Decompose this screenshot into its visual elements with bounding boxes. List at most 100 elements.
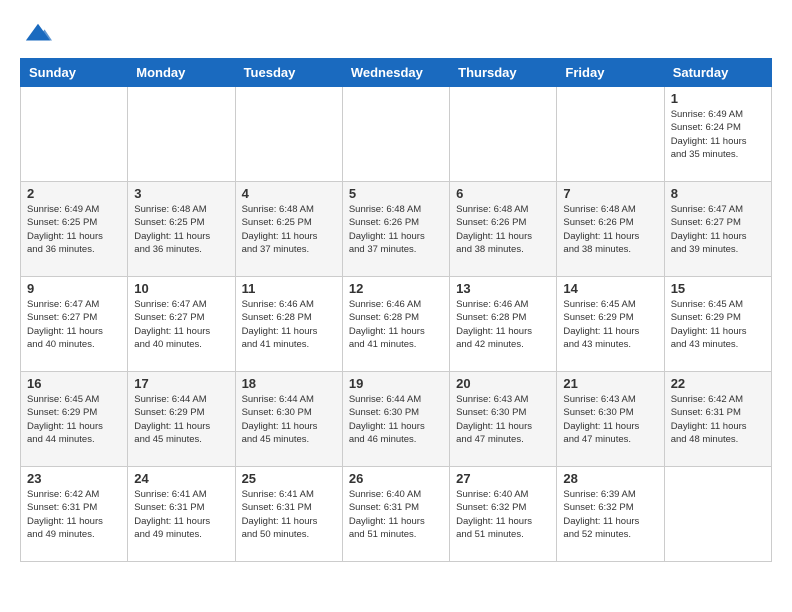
calendar-day-cell: 10 Sunrise: 6:47 AM Sunset: 6:27 PM Dayli… bbox=[128, 277, 235, 372]
logo-icon bbox=[24, 20, 52, 48]
day-info: Sunrise: 6:40 AM Sunset: 6:31 PM Dayligh… bbox=[349, 488, 443, 541]
calendar-day-cell: 28 Sunrise: 6:39 AM Sunset: 6:32 PM Dayli… bbox=[557, 467, 664, 562]
day-number: 16 bbox=[27, 376, 121, 391]
calendar-day-cell: 24 Sunrise: 6:41 AM Sunset: 6:31 PM Dayli… bbox=[128, 467, 235, 562]
weekday-header-cell: Monday bbox=[128, 59, 235, 87]
day-info: Sunrise: 6:43 AM Sunset: 6:30 PM Dayligh… bbox=[456, 393, 550, 446]
day-number: 19 bbox=[349, 376, 443, 391]
day-info: Sunrise: 6:49 AM Sunset: 6:24 PM Dayligh… bbox=[671, 108, 765, 161]
day-info: Sunrise: 6:45 AM Sunset: 6:29 PM Dayligh… bbox=[671, 298, 765, 351]
day-number: 22 bbox=[671, 376, 765, 391]
calendar-day-cell: 9 Sunrise: 6:47 AM Sunset: 6:27 PM Daylig… bbox=[21, 277, 128, 372]
day-number: 25 bbox=[242, 471, 336, 486]
day-number: 3 bbox=[134, 186, 228, 201]
day-number: 28 bbox=[563, 471, 657, 486]
day-number: 18 bbox=[242, 376, 336, 391]
calendar-day-cell: 16 Sunrise: 6:45 AM Sunset: 6:29 PM Dayli… bbox=[21, 372, 128, 467]
calendar-day-cell: 1 Sunrise: 6:49 AM Sunset: 6:24 PM Daylig… bbox=[664, 87, 771, 182]
calendar-day-cell: 2 Sunrise: 6:49 AM Sunset: 6:25 PM Daylig… bbox=[21, 182, 128, 277]
day-info: Sunrise: 6:49 AM Sunset: 6:25 PM Dayligh… bbox=[27, 203, 121, 256]
weekday-header-cell: Thursday bbox=[450, 59, 557, 87]
day-info: Sunrise: 6:40 AM Sunset: 6:32 PM Dayligh… bbox=[456, 488, 550, 541]
day-info: Sunrise: 6:43 AM Sunset: 6:30 PM Dayligh… bbox=[563, 393, 657, 446]
day-number: 20 bbox=[456, 376, 550, 391]
weekday-header-cell: Sunday bbox=[21, 59, 128, 87]
calendar-day-cell bbox=[450, 87, 557, 182]
page-header bbox=[20, 20, 772, 48]
calendar-day-cell: 12 Sunrise: 6:46 AM Sunset: 6:28 PM Dayli… bbox=[342, 277, 449, 372]
day-number: 15 bbox=[671, 281, 765, 296]
day-info: Sunrise: 6:44 AM Sunset: 6:29 PM Dayligh… bbox=[134, 393, 228, 446]
calendar-week-row: 23Sunrise: 6:42 AM Sunset: 6:31 PM Dayli… bbox=[21, 467, 772, 562]
calendar-body: 1 Sunrise: 6:49 AM Sunset: 6:24 PM Daylig… bbox=[21, 87, 772, 562]
day-info: Sunrise: 6:45 AM Sunset: 6:29 PM Dayligh… bbox=[563, 298, 657, 351]
day-number: 26 bbox=[349, 471, 443, 486]
day-number: 4 bbox=[242, 186, 336, 201]
calendar-day-cell: 6 Sunrise: 6:48 AM Sunset: 6:26 PM Daylig… bbox=[450, 182, 557, 277]
day-info: Sunrise: 6:41 AM Sunset: 6:31 PM Dayligh… bbox=[134, 488, 228, 541]
day-info: Sunrise: 6:48 AM Sunset: 6:25 PM Dayligh… bbox=[242, 203, 336, 256]
calendar-day-cell: 11 Sunrise: 6:46 AM Sunset: 6:28 PM Dayli… bbox=[235, 277, 342, 372]
day-info: Sunrise: 6:45 AM Sunset: 6:29 PM Dayligh… bbox=[27, 393, 121, 446]
day-number: 27 bbox=[456, 471, 550, 486]
day-info: Sunrise: 6:44 AM Sunset: 6:30 PM Dayligh… bbox=[242, 393, 336, 446]
day-info: Sunrise: 6:48 AM Sunset: 6:26 PM Dayligh… bbox=[563, 203, 657, 256]
day-info: Sunrise: 6:47 AM Sunset: 6:27 PM Dayligh… bbox=[671, 203, 765, 256]
calendar-day-cell: 4 Sunrise: 6:48 AM Sunset: 6:25 PM Daylig… bbox=[235, 182, 342, 277]
day-info: Sunrise: 6:48 AM Sunset: 6:25 PM Dayligh… bbox=[134, 203, 228, 256]
weekday-header-row: SundayMondayTuesdayWednesdayThursdayFrid… bbox=[21, 59, 772, 87]
weekday-header-cell: Tuesday bbox=[235, 59, 342, 87]
weekday-header-cell: Wednesday bbox=[342, 59, 449, 87]
day-number: 14 bbox=[563, 281, 657, 296]
calendar-day-cell: 19 Sunrise: 6:44 AM Sunset: 6:30 PM Dayli… bbox=[342, 372, 449, 467]
day-info: Sunrise: 6:39 AM Sunset: 6:32 PM Dayligh… bbox=[563, 488, 657, 541]
day-number: 5 bbox=[349, 186, 443, 201]
day-info: Sunrise: 6:46 AM Sunset: 6:28 PM Dayligh… bbox=[242, 298, 336, 351]
calendar-day-cell: 7 Sunrise: 6:48 AM Sunset: 6:26 PM Daylig… bbox=[557, 182, 664, 277]
day-info: Sunrise: 6:46 AM Sunset: 6:28 PM Dayligh… bbox=[456, 298, 550, 351]
calendar-day-cell: 5 Sunrise: 6:48 AM Sunset: 6:26 PM Daylig… bbox=[342, 182, 449, 277]
calendar-day-cell: 18 Sunrise: 6:44 AM Sunset: 6:30 PM Dayli… bbox=[235, 372, 342, 467]
day-info: Sunrise: 6:42 AM Sunset: 6:31 PM Dayligh… bbox=[27, 488, 121, 541]
day-number: 11 bbox=[242, 281, 336, 296]
calendar-day-cell bbox=[128, 87, 235, 182]
calendar-week-row: 2 Sunrise: 6:49 AM Sunset: 6:25 PM Daylig… bbox=[21, 182, 772, 277]
weekday-header-cell: Friday bbox=[557, 59, 664, 87]
calendar-day-cell: 21Sunrise: 6:43 AM Sunset: 6:30 PM Dayli… bbox=[557, 372, 664, 467]
day-number: 8 bbox=[671, 186, 765, 201]
day-number: 6 bbox=[456, 186, 550, 201]
day-number: 17 bbox=[134, 376, 228, 391]
calendar-day-cell: 22 Sunrise: 6:42 AM Sunset: 6:31 PM Dayli… bbox=[664, 372, 771, 467]
calendar-day-cell: 14 Sunrise: 6:45 AM Sunset: 6:29 PM Dayli… bbox=[557, 277, 664, 372]
day-number: 1 bbox=[671, 91, 765, 106]
day-number: 13 bbox=[456, 281, 550, 296]
calendar-day-cell: 15 Sunrise: 6:45 AM Sunset: 6:29 PM Dayli… bbox=[664, 277, 771, 372]
day-number: 10 bbox=[134, 281, 228, 296]
calendar-day-cell: 13 Sunrise: 6:46 AM Sunset: 6:28 PM Dayli… bbox=[450, 277, 557, 372]
calendar-day-cell: 25 Sunrise: 6:41 AM Sunset: 6:31 PM Dayli… bbox=[235, 467, 342, 562]
calendar-day-cell bbox=[342, 87, 449, 182]
calendar-day-cell: 17 Sunrise: 6:44 AM Sunset: 6:29 PM Dayli… bbox=[128, 372, 235, 467]
day-number: 9 bbox=[27, 281, 121, 296]
day-info: Sunrise: 6:46 AM Sunset: 6:28 PM Dayligh… bbox=[349, 298, 443, 351]
calendar-week-row: 16 Sunrise: 6:45 AM Sunset: 6:29 PM Dayli… bbox=[21, 372, 772, 467]
day-info: Sunrise: 6:48 AM Sunset: 6:26 PM Dayligh… bbox=[349, 203, 443, 256]
day-info: Sunrise: 6:47 AM Sunset: 6:27 PM Dayligh… bbox=[134, 298, 228, 351]
day-number: 12 bbox=[349, 281, 443, 296]
calendar-day-cell bbox=[21, 87, 128, 182]
day-number: 7 bbox=[563, 186, 657, 201]
calendar-day-cell: 3 Sunrise: 6:48 AM Sunset: 6:25 PM Daylig… bbox=[128, 182, 235, 277]
day-number: 2 bbox=[27, 186, 121, 201]
day-info: Sunrise: 6:41 AM Sunset: 6:31 PM Dayligh… bbox=[242, 488, 336, 541]
calendar-day-cell: 8 Sunrise: 6:47 AM Sunset: 6:27 PM Daylig… bbox=[664, 182, 771, 277]
day-info: Sunrise: 6:47 AM Sunset: 6:27 PM Dayligh… bbox=[27, 298, 121, 351]
day-info: Sunrise: 6:48 AM Sunset: 6:26 PM Dayligh… bbox=[456, 203, 550, 256]
calendar-day-cell bbox=[235, 87, 342, 182]
calendar-day-cell: 26 Sunrise: 6:40 AM Sunset: 6:31 PM Dayli… bbox=[342, 467, 449, 562]
weekday-header-cell: Saturday bbox=[664, 59, 771, 87]
day-info: Sunrise: 6:42 AM Sunset: 6:31 PM Dayligh… bbox=[671, 393, 765, 446]
calendar-day-cell: 27 Sunrise: 6:40 AM Sunset: 6:32 PM Dayli… bbox=[450, 467, 557, 562]
calendar-table: SundayMondayTuesdayWednesdayThursdayFrid… bbox=[20, 58, 772, 562]
day-number: 24 bbox=[134, 471, 228, 486]
day-info: Sunrise: 6:44 AM Sunset: 6:30 PM Dayligh… bbox=[349, 393, 443, 446]
